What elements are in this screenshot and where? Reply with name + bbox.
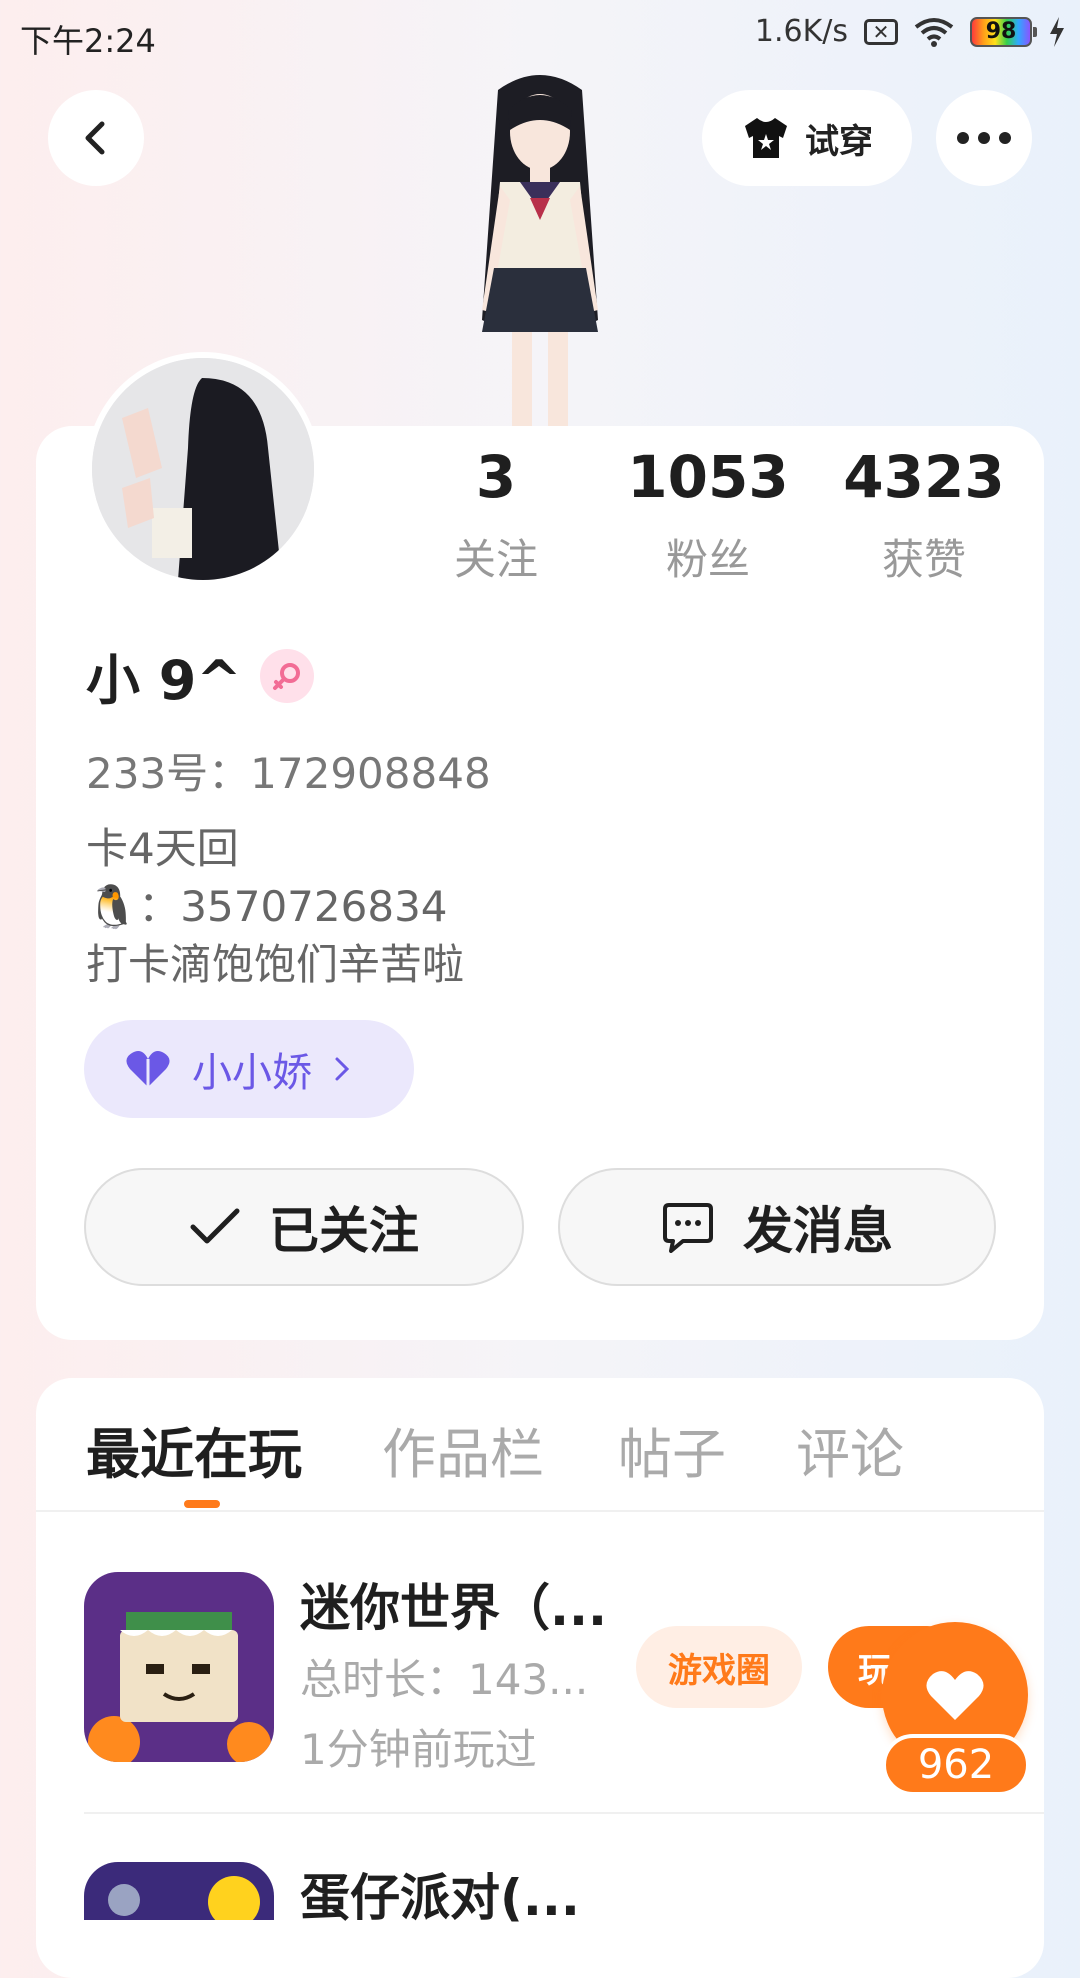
send-message-label: 发消息 [743, 1202, 893, 1260]
nickname: 小 9^ [86, 649, 242, 712]
bio-line: 🐧：3570726834 [86, 882, 448, 931]
following-count: 3 [475, 443, 517, 511]
bio: 卡4天回 🐧：3570726834 打卡滴饱饱们辛苦啦 [86, 820, 464, 994]
game-icon-eggy-party[interactable] [84, 1862, 274, 1920]
game-icon-mini-world[interactable] [84, 1572, 274, 1762]
avatar-3d-figure [420, 70, 660, 430]
status-time: 下午2:24 [20, 22, 156, 60]
back-button[interactable] [48, 90, 144, 186]
game-title[interactable]: 蛋仔派对(... [300, 1858, 580, 1930]
tab-posts[interactable]: 帖子 [618, 1410, 726, 1489]
network-speed: 1.6K/s [754, 14, 848, 49]
charging-icon [1050, 16, 1064, 47]
back-icon [85, 121, 105, 155]
battery-icon: 98 [970, 16, 1037, 47]
female-icon [259, 648, 314, 703]
sim-x-icon: ✕ [864, 18, 898, 45]
followed-button[interactable]: 已关注 [84, 1168, 524, 1286]
tab-comments[interactable]: 评论 [796, 1410, 904, 1489]
message-icon [663, 1203, 713, 1253]
user-id: 233号：172908848 [86, 749, 491, 798]
bio-line: 打卡滴饱饱们辛苦啦 [86, 940, 465, 989]
cp-name: 小小娇 [192, 1050, 312, 1096]
likes-label: 获赞 [881, 535, 966, 584]
game-title[interactable]: 迷你世界（... [300, 1568, 607, 1640]
nickname-row: 小 9^ [86, 636, 314, 715]
status-bar-right: 1.6K/s ✕ 98 [755, 14, 1066, 49]
divider [36, 1510, 1044, 1512]
game-circle-button[interactable]: 游戏圈 [636, 1626, 802, 1708]
try-on-label: 试穿 [805, 121, 873, 162]
game-duration: 总时长：143... [300, 1655, 589, 1704]
cp-relation-pill[interactable]: 小小娇 [84, 1020, 414, 1118]
likes-count: 4323 [843, 443, 1005, 511]
followed-label: 已关注 [269, 1202, 419, 1260]
following-label: 关注 [453, 535, 538, 584]
tab-active-indicator [184, 1500, 220, 1508]
game-last-played: 1分钟前玩过 [300, 1725, 537, 1774]
tab-recently-played[interactable]: 最近在玩 [86, 1410, 302, 1489]
like-count: 962 [882, 1734, 1030, 1796]
bio-line: 卡4天回 [86, 824, 239, 873]
check-icon [190, 1208, 240, 1244]
chevron-right-icon [335, 1057, 350, 1081]
send-message-button[interactable]: 发消息 [558, 1168, 996, 1286]
wifi-icon [914, 17, 954, 47]
fans-label: 粉丝 [665, 535, 750, 584]
shirt-icon [745, 118, 787, 158]
try-on-button[interactable]: 试穿 [702, 90, 912, 186]
heart-icon [926, 1671, 984, 1720]
fans-count: 1053 [627, 443, 789, 511]
more-icon [957, 132, 1011, 144]
stat-following[interactable]: 3 关注 [406, 448, 586, 587]
avatar[interactable] [86, 352, 320, 586]
divider [84, 1812, 1044, 1814]
heart-icon [126, 1051, 170, 1087]
more-button[interactable] [936, 90, 1032, 186]
stat-likes[interactable]: 4323 获赞 [834, 448, 1014, 587]
stat-fans[interactable]: 1053 粉丝 [618, 448, 798, 587]
tab-works[interactable]: 作品栏 [382, 1410, 544, 1489]
